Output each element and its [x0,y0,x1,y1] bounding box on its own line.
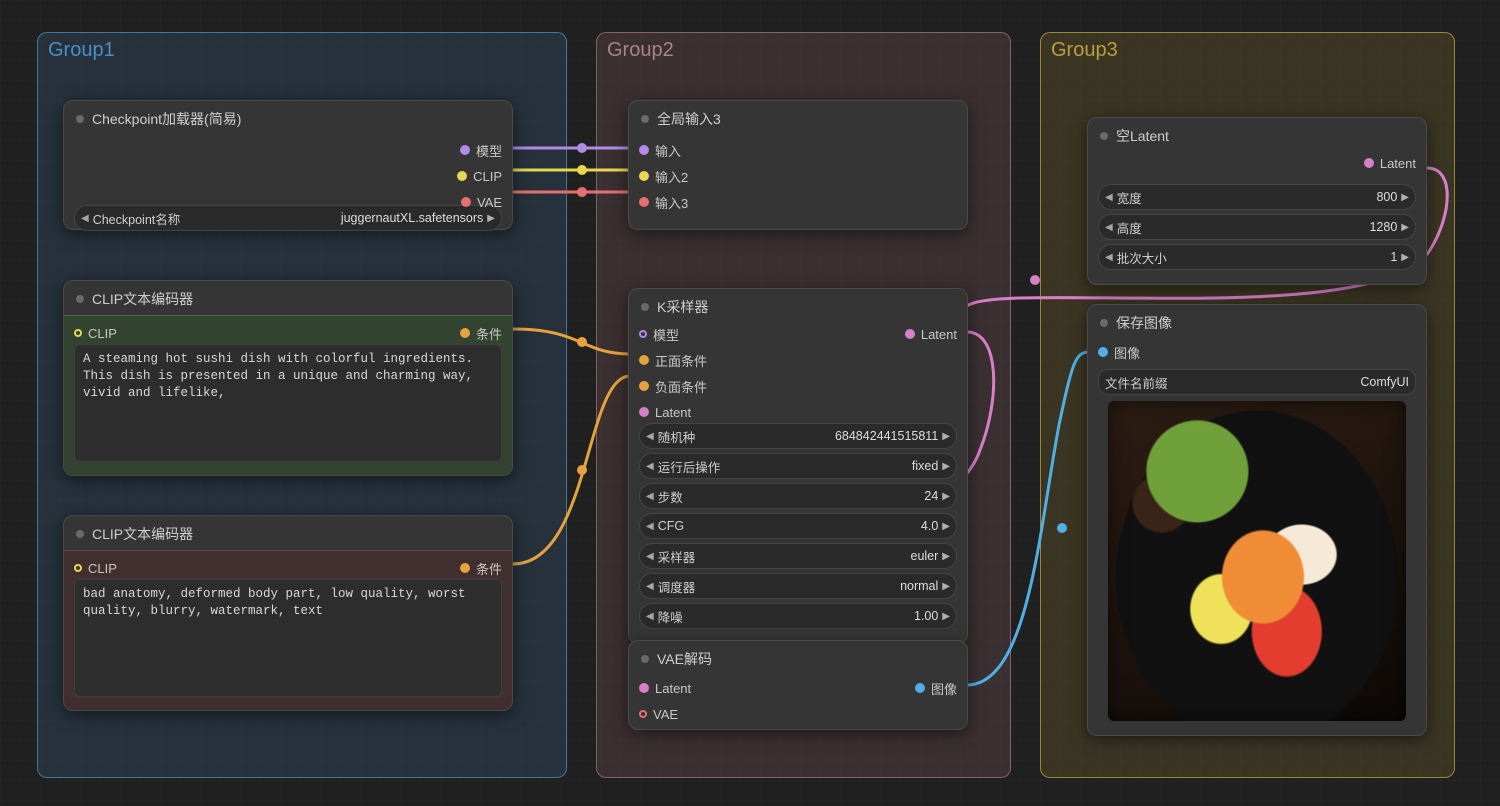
node-title: 保存图像 [1116,313,1172,333]
widget-seed[interactable]: ◀随机种684842441515811▶ [639,423,957,449]
port-dot-icon [1098,347,1108,357]
node-title: 空Latent [1116,126,1169,146]
port-dot-icon [460,328,470,338]
port-out-image[interactable]: 图像 [905,677,967,699]
port-dot-icon [461,197,471,207]
node-empty-latent[interactable]: 空Latent Latent ◀宽度800▶ ◀高度1280▶ ◀批次大小1▶ [1087,117,1427,285]
group-3-label: Group3 [1051,39,1118,61]
triangle-right-icon: ▶ [487,213,495,224]
widget-width[interactable]: ◀宽度800▶ [1098,184,1416,210]
node-clip-text-encode-negative[interactable]: CLIP文本编码器 CLIP 条件 [63,515,513,711]
port-dot-icon [915,683,925,693]
collapse-dot-icon[interactable] [641,655,649,663]
widget-scheduler[interactable]: ◀调度器normal▶ [639,573,957,599]
collapse-dot-icon[interactable] [1100,319,1108,327]
widget-cfg[interactable]: ◀CFG4.0▶ [639,513,957,539]
node-clip-text-encode-positive[interactable]: CLIP文本编码器 CLIP 条件 [63,280,513,476]
node-title: K采样器 [657,297,708,317]
port-dot-icon [639,710,647,718]
node-header[interactable]: K采样器 [629,289,967,323]
port-out-vae[interactable]: VAE [447,191,512,213]
widget-checkpoint-name[interactable]: ◀Checkpoint名称 juggernautXL.safetensors▶ [74,205,502,231]
port-in-vae[interactable]: VAE [629,703,701,725]
widget-steps[interactable]: ◀步数24▶ [639,483,957,509]
prompt-textarea-negative[interactable] [74,579,502,697]
port-in-positive[interactable]: 正面条件 [629,349,717,371]
widget-batch[interactable]: ◀批次大小1▶ [1098,244,1416,270]
port-dot-icon [639,407,649,417]
node-title: 全局输入3 [657,109,721,129]
port-in-negative[interactable]: 负面条件 [629,375,717,397]
port-dot-icon [639,197,649,207]
collapse-dot-icon[interactable] [76,530,84,538]
collapse-dot-icon[interactable] [641,303,649,311]
port-in-latent[interactable]: Latent [629,677,701,699]
node-header[interactable]: CLIP文本编码器 [64,281,512,315]
port-in-3[interactable]: 输入3 [629,191,698,213]
collapse-dot-icon[interactable] [76,295,84,303]
port-out-cond[interactable]: 条件 [450,322,502,344]
port-in-clip[interactable]: CLIP [74,557,127,579]
node-title: CLIP文本编码器 [92,289,193,309]
port-in-clip[interactable]: CLIP [74,322,127,344]
port-in-image[interactable]: 图像 [1088,341,1150,363]
node-header[interactable]: 空Latent [1088,118,1426,152]
port-dot-icon [460,145,470,155]
port-out-latent[interactable]: Latent [895,323,967,345]
port-out-latent[interactable]: Latent [1354,152,1426,174]
collapse-dot-icon[interactable] [1100,132,1108,140]
triangle-left-icon: ◀ [81,213,89,224]
port-dot-icon [905,329,915,339]
prompt-textarea-positive[interactable] [74,344,502,462]
node-header[interactable]: VAE解码 [629,641,967,675]
port-dot-icon [639,171,649,181]
node-header[interactable]: 保存图像 [1088,305,1426,339]
port-in-latent[interactable]: Latent [629,401,717,423]
port-in-1[interactable]: 输入 [629,139,698,161]
node-title: CLIP文本编码器 [92,524,193,544]
node-title: Checkpoint加载器(简易) [92,109,241,129]
port-dot-icon [74,329,82,337]
port-dot-icon [639,330,647,338]
port-dot-icon [639,355,649,365]
widget-denoise[interactable]: ◀降噪1.00▶ [639,603,957,629]
node-vae-decode[interactable]: VAE解码 Latent VAE 图像 [628,640,968,730]
node-ksampler[interactable]: K采样器 模型 正面条件 负面条件 Latent Latent ◀随机种6848… [628,288,968,644]
port-dot-icon [460,563,470,573]
port-dot-icon [74,564,82,572]
group-1-label: Group1 [48,39,115,61]
port-out-model[interactable]: 模型 [447,139,512,161]
group-2-label: Group2 [607,39,674,61]
port-dot-icon [639,381,649,391]
node-save-image[interactable]: 保存图像 图像 文件名前缀 ComfyUI [1087,304,1427,736]
widget-after[interactable]: ◀运行后操作fixed▶ [639,453,957,479]
widget-height[interactable]: ◀高度1280▶ [1098,214,1416,240]
node-header[interactable]: CLIP文本编码器 [64,516,512,550]
port-in-2[interactable]: 输入2 [629,165,698,187]
port-in-model[interactable]: 模型 [629,323,717,345]
output-image-preview[interactable] [1108,401,1406,721]
port-dot-icon [457,171,467,181]
node-header[interactable]: 全局输入3 [629,101,967,135]
node-header[interactable]: Checkpoint加载器(简易) [64,101,512,135]
widget-sampler[interactable]: ◀采样器euler▶ [639,543,957,569]
node-checkpoint-loader[interactable]: Checkpoint加载器(简易) 模型 CLIP VAE ◀Checkpoin… [63,100,513,230]
port-out-clip[interactable]: CLIP [447,165,512,187]
widget-filename-prefix[interactable]: 文件名前缀 ComfyUI [1098,369,1416,395]
port-dot-icon [1364,158,1374,168]
collapse-dot-icon[interactable] [76,115,84,123]
collapse-dot-icon[interactable] [641,115,649,123]
port-out-cond[interactable]: 条件 [450,557,502,579]
port-dot-icon [639,145,649,155]
node-global-inputs[interactable]: 全局输入3 输入 输入2 输入3 [628,100,968,230]
port-dot-icon [639,683,649,693]
node-title: VAE解码 [657,649,712,669]
